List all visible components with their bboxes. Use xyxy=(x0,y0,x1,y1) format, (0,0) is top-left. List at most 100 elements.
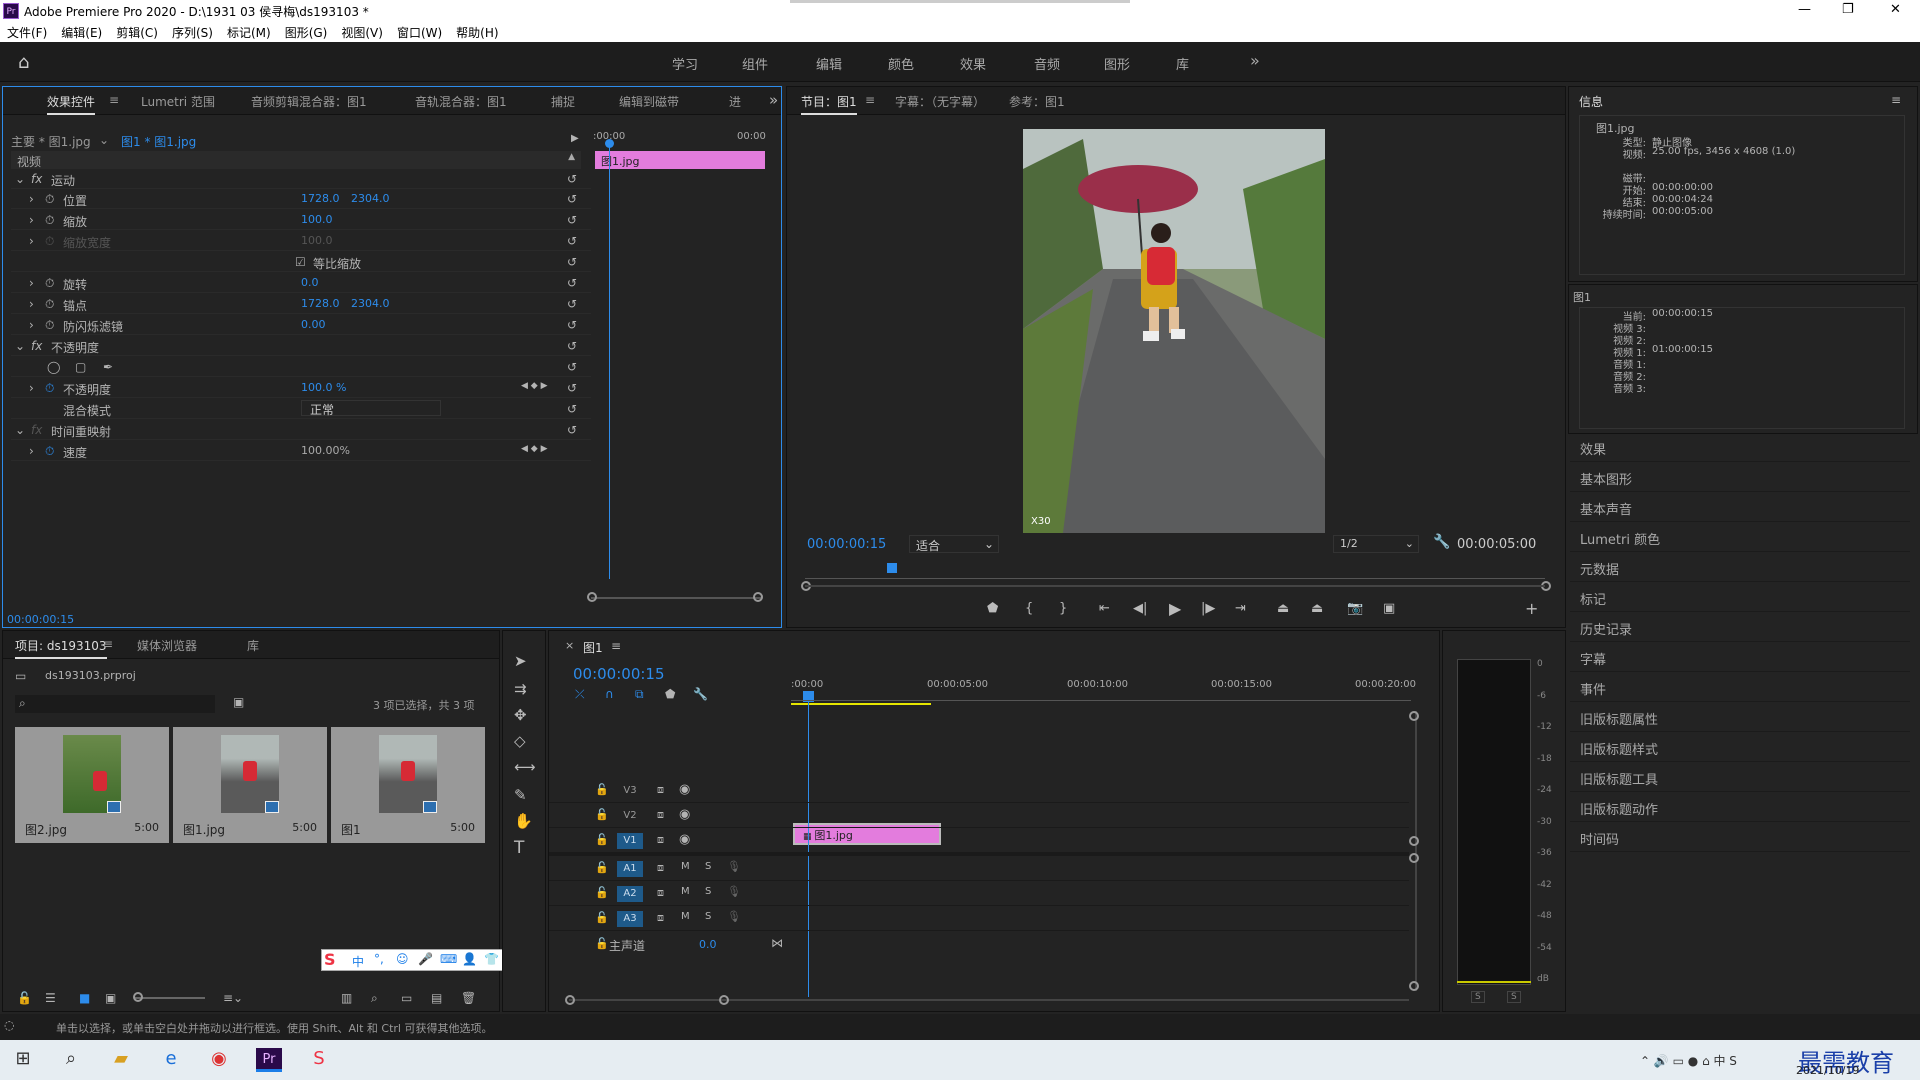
menu-item[interactable]: 视图(V) xyxy=(334,22,390,41)
mic-icon[interactable]: 🎙 xyxy=(727,910,741,923)
track-lock-icon[interactable]: 🔓 xyxy=(595,861,609,874)
panel-list-item[interactable]: 旧版标题动作 xyxy=(1570,792,1910,822)
fit-dropdown[interactable]: 适合 ⌄ xyxy=(909,535,999,553)
work-area-bar[interactable] xyxy=(791,703,931,705)
add-marker-icon[interactable]: ⬟ xyxy=(665,687,675,701)
effect-timecode[interactable]: 00:00:00:15 xyxy=(7,613,74,626)
expand-icon[interactable]: › xyxy=(29,444,34,458)
mini-playhead[interactable] xyxy=(609,143,610,579)
eye-icon[interactable]: ◉ xyxy=(679,832,690,847)
panel-list-item[interactable]: 基本声音 xyxy=(1570,492,1910,522)
sogou-taskbar-icon[interactable]: S xyxy=(306,1048,332,1072)
panel-list-item[interactable]: 效果 xyxy=(1570,432,1910,462)
program-tab[interactable]: 参考：图1 xyxy=(1009,93,1065,110)
reset-icon[interactable]: ↺ xyxy=(567,360,577,374)
sequence-clip-label[interactable]: 图1 * 图1.jpg xyxy=(121,133,196,150)
solo-button[interactable]: S xyxy=(705,861,711,872)
property-value-2[interactable]: 2304.0 xyxy=(351,297,390,310)
stopwatch-icon[interactable]: ⏱ xyxy=(45,444,54,459)
menu-item[interactable]: 帮助(H) xyxy=(449,22,505,41)
master-volume-value[interactable]: 0.0 xyxy=(699,938,717,951)
camera-icon[interactable]: 📷 xyxy=(1347,601,1363,616)
property-value-1[interactable]: 1728.0 xyxy=(301,297,340,310)
workspace-tab[interactable]: 组件 xyxy=(742,54,768,73)
effect-controls-tab[interactable]: 捕捉 xyxy=(551,93,575,110)
expand-icon[interactable]: ⌄ xyxy=(15,339,25,353)
menu-item[interactable]: 图形(G) xyxy=(278,22,335,41)
menu-item[interactable]: 文件(F) xyxy=(0,22,54,41)
mic-icon[interactable]: 🎙 xyxy=(727,885,741,898)
reset-icon[interactable]: ↺ xyxy=(567,381,577,395)
linked-selection-icon[interactable]: ⧉ xyxy=(635,687,644,702)
reset-icon[interactable]: ↺ xyxy=(567,318,577,332)
expand-icon[interactable]: › xyxy=(29,192,34,206)
track-label[interactable]: A3 xyxy=(617,911,643,927)
program-zoom-bar[interactable] xyxy=(805,585,1545,587)
panel-list-item[interactable]: 时间码 xyxy=(1570,822,1910,852)
expand-icon[interactable]: › xyxy=(29,276,34,290)
project-item-thumbnail[interactable]: 图1.jpg 5:00 xyxy=(173,727,327,843)
stopwatch-icon[interactable]: ⏱ xyxy=(45,276,54,291)
panel-list-item[interactable]: 旧版标题样式 xyxy=(1570,732,1910,762)
workspace-tab[interactable]: 颜色 xyxy=(888,54,914,73)
find-icon[interactable]: ⌕ xyxy=(371,991,378,1006)
solo-button[interactable]: S xyxy=(705,886,711,897)
wrench-icon[interactable]: 🔧 xyxy=(1433,534,1450,550)
mute-button[interactable]: M xyxy=(681,861,690,872)
panel-menu-icon[interactable]: ≡ xyxy=(611,639,621,653)
selection-tool-icon[interactable]: ➤ xyxy=(514,652,527,670)
play-triangle-icon[interactable]: ▶ xyxy=(571,133,579,144)
stopwatch-icon[interactable]: ⏱ xyxy=(45,234,54,249)
menu-item[interactable]: 剪辑(C) xyxy=(109,22,165,41)
property-value-1[interactable]: 1728.0 xyxy=(301,192,340,205)
lift-icon[interactable]: ⏏ xyxy=(1277,601,1289,616)
icon-view-icon[interactable]: ■ xyxy=(79,991,90,1005)
step-back-icon[interactable]: ◀| xyxy=(1133,601,1147,616)
more-workspaces-icon[interactable]: » xyxy=(1250,51,1260,70)
play-icon[interactable]: ▶ xyxy=(1169,599,1181,618)
panel-list-item[interactable]: 标记 xyxy=(1570,582,1910,612)
stopwatch-icon[interactable]: ⏱ xyxy=(45,318,54,333)
go-to-in-icon[interactable]: ⇤ xyxy=(1099,601,1110,616)
type-tool-icon[interactable]: T xyxy=(514,838,524,858)
panel-list-item[interactable]: 元数据 xyxy=(1570,552,1910,582)
quality-dropdown[interactable]: 1/2 ⌄ xyxy=(1333,535,1419,553)
scroll-handle[interactable] xyxy=(1409,981,1419,991)
reset-icon[interactable]: ↺ xyxy=(567,234,577,248)
mute-button[interactable]: M xyxy=(681,886,690,897)
close-tab-icon[interactable]: × xyxy=(565,639,574,652)
rect-mask-icon[interactable]: ▢ xyxy=(75,360,86,374)
slider-handle[interactable] xyxy=(133,992,143,1002)
search-icon[interactable]: ⌕ xyxy=(58,1048,84,1072)
expand-icon[interactable]: › xyxy=(29,381,34,395)
trash-icon[interactable]: 🗑 xyxy=(461,991,476,1005)
reset-icon[interactable]: ↺ xyxy=(567,423,577,437)
file-explorer-icon[interactable]: ▰ xyxy=(108,1048,134,1072)
wrench-icon[interactable]: 🔧 xyxy=(693,687,708,701)
automate-sequence-icon[interactable]: ▥ xyxy=(341,991,352,1005)
effect-controls-tab[interactable]: 音频剪辑混合器：图1 xyxy=(251,93,367,110)
track-lock-icon[interactable]: 🔓 xyxy=(595,886,609,899)
panel-list-item[interactable]: 历史记录 xyxy=(1570,612,1910,642)
property-value-1[interactable]: 100.0 xyxy=(301,213,333,226)
track-label[interactable]: V3 xyxy=(617,783,643,799)
keyboard-icon[interactable]: ⌨ xyxy=(440,952,457,966)
effect-controls-tab[interactable]: 音轨混合器：图1 xyxy=(415,93,507,110)
freeform-view-icon[interactable]: ▣ xyxy=(105,991,116,1005)
tray-icons[interactable]: ⌃ 🔊 ▭ ● ⌂ 中 S xyxy=(1640,1052,1737,1069)
hand-tool-icon[interactable]: ✋ xyxy=(514,812,533,830)
expand-icon[interactable]: › xyxy=(29,297,34,311)
scroll-up-icon[interactable]: ▲ xyxy=(568,152,575,162)
blend-mode-dropdown[interactable]: 正常 xyxy=(301,400,441,417)
sync-lock-icon[interactable]: ⧈ xyxy=(657,911,664,925)
project-item-thumbnail[interactable]: 图2.jpg 5:00 xyxy=(15,727,169,843)
track-label[interactable]: V2 xyxy=(617,808,643,824)
workspace-tab[interactable]: 编辑 xyxy=(816,54,842,73)
checkbox-icon[interactable]: ☑ xyxy=(295,255,306,269)
panel-menu-icon[interactable]: ≡ xyxy=(1891,93,1901,107)
keyframe-nav-icon[interactable]: ◀ ◆ ▶ xyxy=(521,381,548,391)
stopwatch-icon[interactable]: ⏱ xyxy=(45,192,54,207)
lock-icon[interactable]: 🔓 xyxy=(17,991,32,1005)
panel-menu-icon[interactable]: ≡ xyxy=(109,93,119,107)
sort-icon[interactable]: ≡⌄ xyxy=(223,991,243,1005)
